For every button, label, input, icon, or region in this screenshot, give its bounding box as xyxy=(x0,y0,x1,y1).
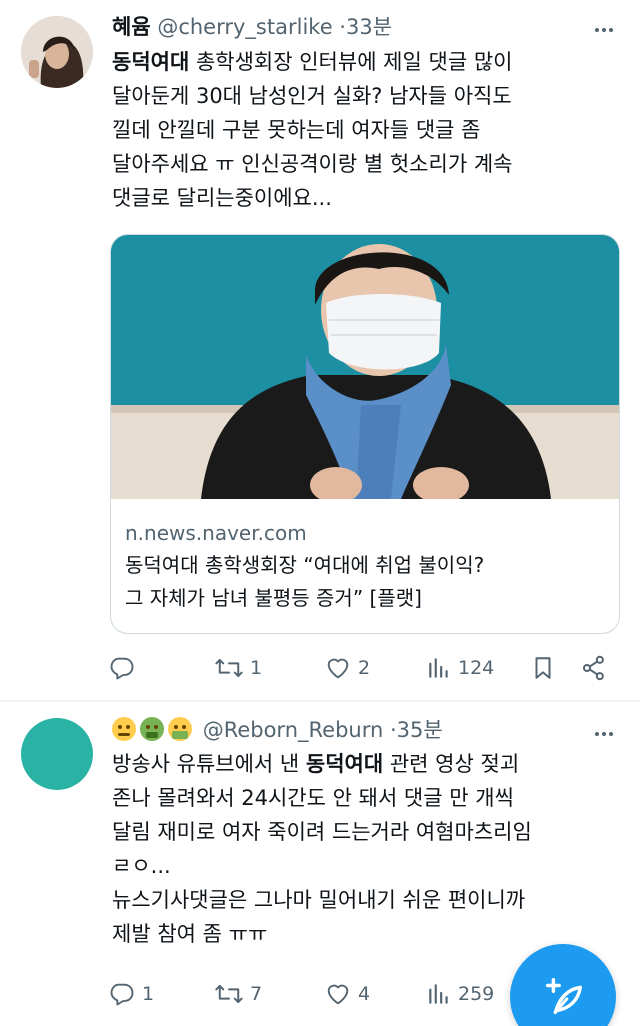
tweet-text-line: 뉴스기사댓글은 그나마 밀어내기 쉬운 편이니까 xyxy=(112,888,526,912)
tweet-text: 동덕여대 총학생회장 인터뷰에 제일 댓글 많이 달아둔게 30대 남성인거 실… xyxy=(112,45,622,215)
link-preview-card[interactable]: n.news.naver.com 동덕여대 총학생회장 “여대에 취업 불이익?… xyxy=(110,234,620,634)
tweet-text-line: 달아주세요 ㅠ 인신공격이랑 별 헛소리가 계속 xyxy=(112,152,513,176)
reply-count: 1 xyxy=(142,983,155,1005)
tweet-header: @Reborn_Reburn ·35분 xyxy=(112,716,443,744)
tweet-text: 방송사 유튜브에서 낸 동덕여대 관련 영상 젖괴 존나 몰려와서 24시간도 … xyxy=(112,747,622,951)
bookmark-button[interactable] xyxy=(530,650,556,686)
heart-icon xyxy=(327,984,349,1005)
tweet-text-line: 방송사 유튜브에서 낸 동덕여대 관련 영상 젖괴 xyxy=(112,752,520,776)
heart-icon xyxy=(327,658,349,679)
views-button[interactable]: 124 xyxy=(426,650,494,686)
compose-icon xyxy=(545,978,582,1015)
reply-button[interactable]: 1 xyxy=(108,976,154,1012)
views-icon xyxy=(429,658,448,678)
display-name[interactable]: 혜윰 xyxy=(112,15,151,39)
more-options-icon[interactable] xyxy=(592,722,616,746)
tweet-text-line: 동덕여대 총학생회장 인터뷰에 제일 댓글 많이 xyxy=(112,50,513,74)
link-domain: n.news.naver.com xyxy=(125,521,307,545)
emoji-nauseated-face-icon xyxy=(140,717,164,741)
views-button[interactable]: 259 xyxy=(426,976,494,1012)
reply-icon xyxy=(110,983,134,1006)
reply-button[interactable] xyxy=(108,650,142,686)
tweet-text-line: 존나 몰려와서 24시간도 안 돼서 댓글 만 개씩 xyxy=(112,786,514,810)
tweet-text-line: 달아둔게 30대 남성인거 실화? 남자들 아직도 xyxy=(112,84,512,108)
tweet-text-line: 댓글로 달리는중이에요... xyxy=(112,186,332,210)
like-count: 4 xyxy=(358,983,371,1005)
retweet-button[interactable]: 1 xyxy=(214,650,262,686)
tweet-text-line: ㄹㅇ... xyxy=(112,854,171,878)
bookmark-icon xyxy=(535,657,551,679)
user-handle[interactable]: @cherry_starlike xyxy=(157,15,332,39)
avatar[interactable] xyxy=(21,16,93,88)
more-options-icon[interactable] xyxy=(592,18,616,42)
emoji-vomiting-face-icon xyxy=(168,717,192,741)
tweet-text-line: 낄데 안낄데 구분 못하는데 여자들 댓글 좀 xyxy=(112,118,481,142)
view-count: 124 xyxy=(458,657,495,679)
tweet-text-line: 달림 재미로 여자 죽이려 드는거라 여혐마츠리임 xyxy=(112,820,532,844)
like-button[interactable]: 2 xyxy=(324,650,370,686)
separator-dot: · xyxy=(339,15,346,39)
link-title: 동덕여대 총학생회장 “여대에 취업 불이익? 그 자체가 남녀 불평등 증거”… xyxy=(125,553,485,610)
user-handle[interactable]: @Reborn_Reburn xyxy=(203,718,384,742)
views-icon xyxy=(429,984,448,1004)
emoji-confused-face-icon xyxy=(112,717,136,741)
retweet-count: 7 xyxy=(250,983,263,1005)
reply-icon xyxy=(110,657,134,680)
timestamp[interactable]: 35분 xyxy=(397,718,443,742)
retweet-icon xyxy=(215,984,243,1004)
like-button[interactable]: 4 xyxy=(324,976,370,1012)
share-icon xyxy=(582,655,604,681)
tweet[interactable]: 혜윰 @cherry_starlike ·33분 동덕여대 총학생회장 인터뷰에… xyxy=(0,0,640,700)
link-preview-image[interactable] xyxy=(111,235,619,499)
link-preview-meta: n.news.naver.com 동덕여대 총학생회장 “여대에 취업 불이익?… xyxy=(125,519,615,615)
like-count: 2 xyxy=(358,657,371,679)
retweet-count: 1 xyxy=(250,657,263,679)
avatar-photo xyxy=(21,16,93,88)
timestamp[interactable]: 33분 xyxy=(346,15,392,39)
highlight-keyword: 동덕여대 xyxy=(112,50,190,74)
retweet-button[interactable]: 7 xyxy=(214,976,262,1012)
separator-dot: · xyxy=(389,718,397,742)
avatar[interactable] xyxy=(21,718,93,790)
highlight-keyword: 동덕여대 xyxy=(305,752,384,776)
share-button[interactable] xyxy=(580,650,608,686)
tweet-header: 혜윰 @cherry_starlike ·33분 xyxy=(112,13,392,41)
retweet-icon xyxy=(215,658,243,678)
tweet-actions: 1 2 124 xyxy=(108,650,612,686)
view-count: 259 xyxy=(458,983,495,1005)
